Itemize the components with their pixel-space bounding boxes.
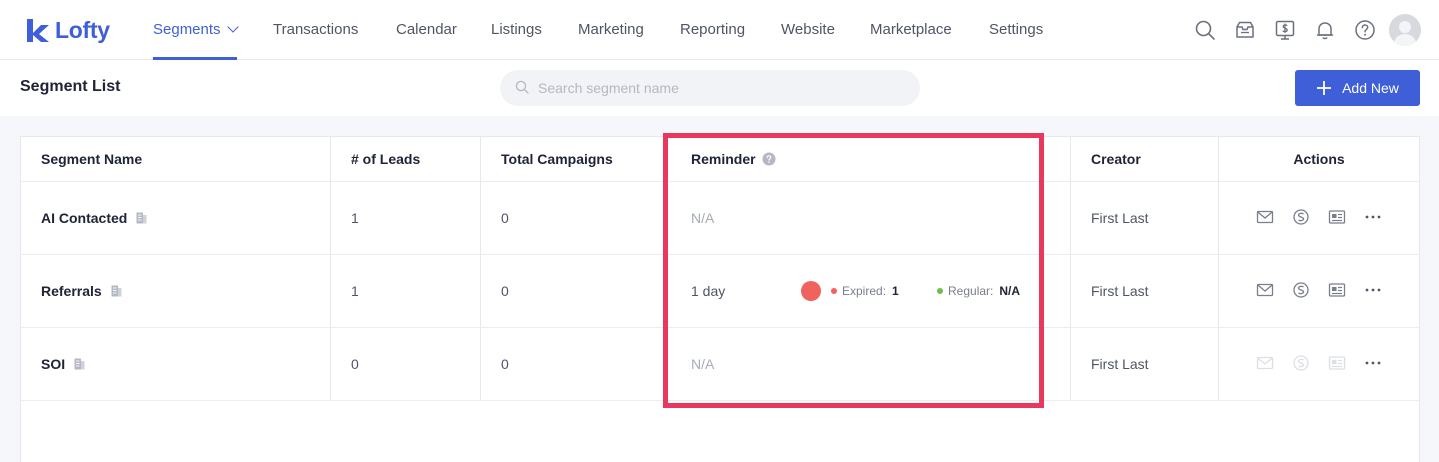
table-row-segment-name[interactable]: Referrals	[41, 255, 122, 327]
regular-label: Regular:	[948, 284, 994, 298]
reminder-status-dot	[801, 281, 821, 301]
listing-action-icon[interactable]	[1328, 281, 1346, 299]
search-input[interactable]	[538, 70, 898, 106]
nav-label: Calendar	[396, 21, 457, 38]
column-divider	[330, 137, 331, 401]
automation-action-icon[interactable]	[1292, 281, 1310, 299]
page-title: Segment List	[20, 78, 121, 95]
more-icon[interactable]	[1364, 208, 1382, 226]
search-icon	[515, 80, 529, 94]
avatar[interactable]	[1389, 14, 1421, 46]
document-icon	[136, 212, 147, 224]
expired-label: Expired:	[842, 284, 887, 298]
inbox-icon[interactable]	[1234, 19, 1256, 41]
more-icon[interactable]	[1364, 281, 1382, 299]
campaigns-count: 0	[501, 356, 509, 372]
reminder-value: N/A	[691, 210, 715, 226]
creator-name: First Last	[1091, 356, 1149, 372]
regular-dot	[937, 288, 943, 294]
nav-label: Settings	[989, 21, 1044, 38]
leads-count: 0	[351, 356, 359, 372]
nav-label: Marketplace	[870, 21, 952, 38]
row-divider	[21, 181, 1419, 182]
regular-legend: Regular: N/A	[937, 255, 1020, 327]
expired-dot	[831, 288, 837, 294]
leads-count: 1	[351, 210, 359, 226]
automation-action-icon	[1293, 355, 1309, 371]
email-action-icon	[1256, 356, 1274, 370]
logo-text: Lofty	[55, 16, 110, 43]
regular-value: N/A	[999, 284, 1021, 298]
nav-label: Segments	[153, 21, 221, 38]
lofty-logo-icon	[27, 19, 49, 42]
nav-website[interactable]: Website	[781, 0, 835, 60]
column-header-reminder: Reminder	[691, 137, 776, 181]
column-header-actions: Actions	[1293, 151, 1345, 167]
leads-count: 1	[351, 283, 359, 299]
listing-action-icon	[1328, 356, 1346, 370]
add-new-button[interactable]: Add New	[1295, 70, 1420, 106]
segment-name[interactable]: AI Contacted	[41, 210, 127, 226]
segment-name[interactable]: Referrals	[41, 283, 102, 299]
nav-marketplace[interactable]: Marketplace	[870, 0, 952, 60]
expired-legend: Expired: 1	[831, 255, 899, 327]
question-icon[interactable]	[762, 152, 776, 166]
column-header-segment-name[interactable]: Segment Name	[41, 137, 142, 181]
listing-action-icon[interactable]	[1328, 208, 1346, 226]
expired-value: 1	[892, 284, 899, 298]
nav-label: Listings	[491, 21, 542, 38]
creator-name: First Last	[1091, 283, 1149, 299]
nav-label: Reporting	[680, 21, 746, 38]
nav-listings[interactable]: Listings	[491, 0, 542, 60]
email-action-icon[interactable]	[1256, 281, 1274, 299]
column-divider	[480, 137, 481, 401]
more-icon[interactable]	[1364, 354, 1382, 372]
email-action-icon[interactable]	[1256, 208, 1274, 226]
user-avatar-icon	[1393, 21, 1417, 46]
chevron-down-icon	[226, 21, 239, 33]
bell-icon[interactable]	[1314, 19, 1336, 41]
nav-label: Marketing	[578, 21, 644, 38]
plus-icon	[1317, 81, 1332, 95]
campaigns-count: 0	[501, 283, 509, 299]
nav-reporting[interactable]: Reporting	[680, 0, 745, 60]
nav-label: Website	[781, 21, 835, 38]
automation-action-icon[interactable]	[1292, 208, 1310, 226]
document-icon	[111, 285, 122, 297]
nav-segments[interactable]: Segments	[153, 0, 239, 60]
reminder-value: N/A	[691, 356, 715, 372]
help-icon[interactable]	[1354, 19, 1376, 41]
reminder-header-label: Reminder	[691, 151, 756, 167]
table-row-segment-name[interactable]: AI Contacted	[41, 182, 147, 254]
document-icon	[74, 358, 85, 370]
top-navigation: Lofty Segments Transactions Calendar Lis…	[0, 0, 1439, 60]
column-header-total-campaigns[interactable]: Total Campaigns	[501, 137, 613, 181]
row-divider	[21, 400, 1419, 401]
nav-calendar[interactable]: Calendar	[396, 0, 457, 60]
search-icon[interactable]	[1194, 19, 1216, 41]
nav-transactions[interactable]: Transactions	[273, 0, 358, 60]
column-header-creator[interactable]: Creator	[1091, 137, 1141, 181]
nav-label: Transactions	[273, 21, 359, 38]
segment-table: Segment Name # of Leads Total Campaigns …	[20, 136, 1420, 462]
billing-icon[interactable]	[1274, 19, 1296, 41]
nav-marketing[interactable]: Marketing	[578, 0, 644, 60]
segment-name[interactable]: SOI	[41, 356, 65, 372]
column-divider	[1070, 137, 1071, 401]
column-header-leads[interactable]: # of Leads	[351, 137, 420, 181]
nav-settings[interactable]: Settings	[989, 0, 1043, 60]
row-divider	[21, 327, 1419, 328]
creator-name: First Last	[1091, 210, 1149, 226]
table-row-segment-name[interactable]: SOI	[41, 328, 85, 400]
reminder-value: 1 day	[691, 283, 726, 299]
campaigns-count: 0	[501, 210, 509, 226]
add-new-label: Add New	[1342, 80, 1399, 96]
lofty-logo[interactable]: Lofty	[24, 16, 110, 44]
